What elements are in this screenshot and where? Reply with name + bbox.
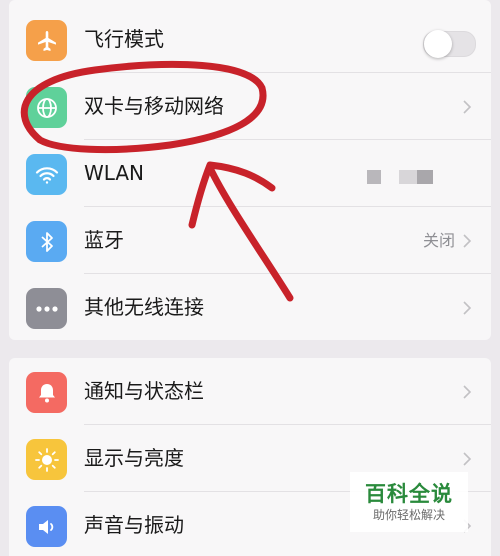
more-icon [26, 288, 67, 329]
chevron-right-icon [463, 452, 472, 466]
other-wireless-label: 其他无线连接 [84, 295, 204, 319]
other-wireless-row[interactable]: 其他无线连接 [9, 274, 491, 340]
bluetooth-status: 关闭 [422, 231, 455, 250]
wlan-row[interactable]: WLAN [9, 140, 491, 207]
airplane-mode-toggle[interactable] [423, 30, 476, 58]
toggle-knob [424, 30, 452, 58]
notifications-row[interactable]: 通知与状态栏 [9, 358, 491, 425]
wireless-settings-group: 飞行模式 双卡与移动网络 WLAN 蓝牙 关闭 其他无线连接 [9, 0, 491, 340]
network-name-blur [417, 170, 433, 184]
speaker-icon [26, 506, 67, 547]
chevron-right-icon [463, 385, 472, 399]
display-label: 显示与亮度 [84, 446, 184, 470]
airplane-mode-label: 飞行模式 [84, 27, 164, 51]
network-name-blur [399, 170, 417, 184]
wifi-icon [26, 154, 67, 195]
watermark-subtitle: 助你轻松解决 [372, 508, 445, 522]
watermark-title: 百科全说 [365, 482, 453, 506]
airplane-mode-row[interactable]: 飞行模式 [9, 6, 491, 73]
chevron-right-icon [463, 301, 472, 315]
notifications-label: 通知与状态栏 [84, 379, 204, 403]
watermark: 百科全说 助你轻松解决 [350, 472, 468, 532]
chevron-right-icon [463, 234, 472, 248]
bluetooth-row[interactable]: 蓝牙 关闭 [9, 207, 491, 274]
airplane-icon [26, 20, 67, 61]
bell-icon [26, 372, 67, 413]
chevron-right-icon [463, 100, 472, 114]
dual-sim-mobile-network-row[interactable]: 双卡与移动网络 [9, 73, 491, 140]
dual-sim-label: 双卡与移动网络 [84, 94, 224, 118]
network-name-blur [367, 170, 381, 184]
sound-label: 声音与振动 [84, 513, 184, 537]
sun-icon [26, 439, 67, 480]
globe-icon [26, 87, 67, 128]
bluetooth-label: 蓝牙 [84, 228, 124, 252]
wlan-label: WLAN [84, 161, 145, 185]
bluetooth-icon [26, 221, 67, 262]
